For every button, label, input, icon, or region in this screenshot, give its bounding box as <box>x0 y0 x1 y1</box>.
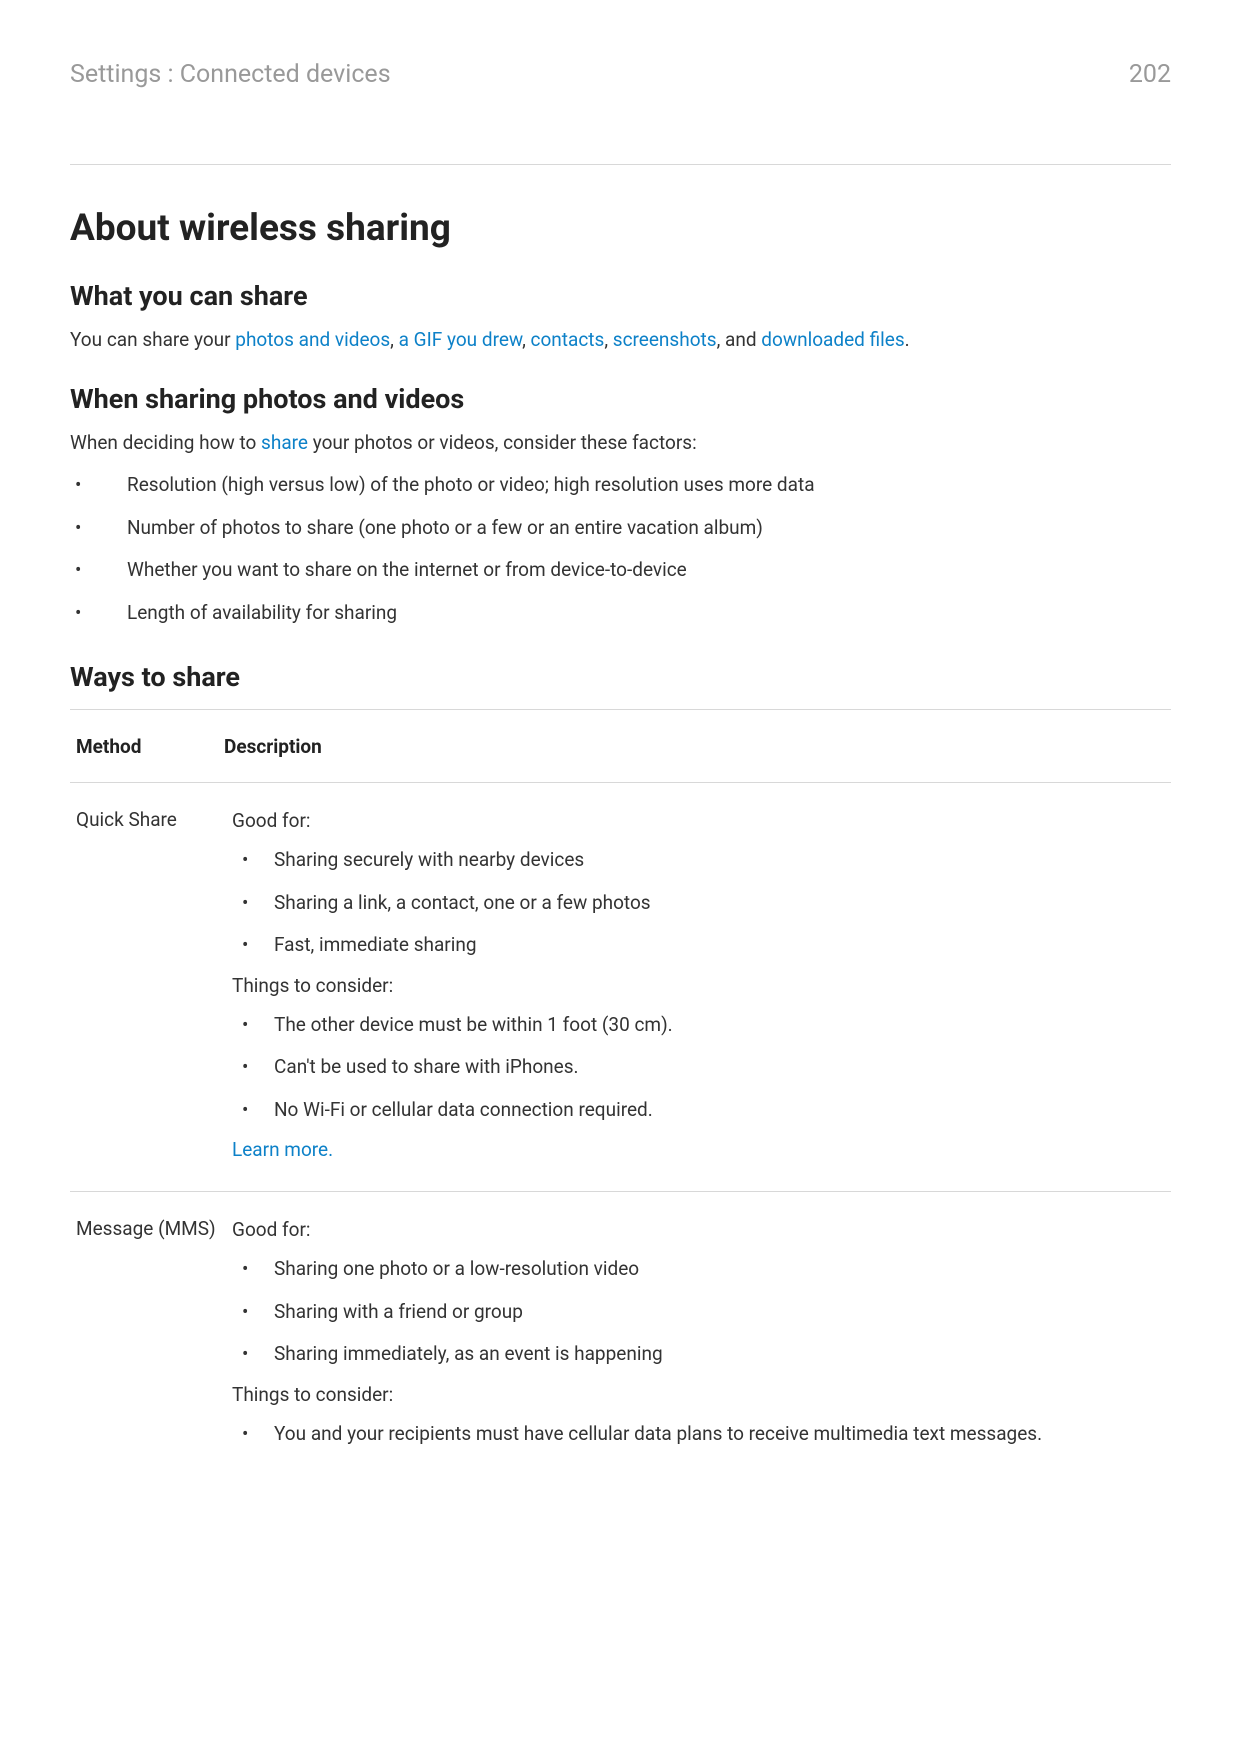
text-fragment: your photos or videos, consider these fa… <box>308 431 697 454</box>
table-header-row: Method Description <box>70 710 1171 782</box>
section-heading-what-you-can-share: What you can share <box>70 280 1171 312</box>
things-to-consider-label: Things to consider: <box>232 1383 1165 1406</box>
link-photos-videos[interactable]: photos and videos <box>235 328 390 351</box>
table-header-method: Method <box>76 735 224 758</box>
breadcrumb: Settings : Connected devices <box>70 60 391 89</box>
intro-when-sharing: When deciding how to share your photos o… <box>70 429 1171 458</box>
section-heading-ways-to-share: Ways to share <box>70 661 1171 693</box>
list-item: Sharing securely with nearby devices <box>232 846 1165 875</box>
good-for-label: Good for: <box>232 809 1165 832</box>
good-for-label: Good for: <box>232 1218 1165 1241</box>
consider-list: You and your recipients must have cellul… <box>232 1420 1165 1449</box>
link-contacts[interactable]: contacts <box>531 328 605 351</box>
consider-list: The other device must be within 1 foot (… <box>232 1011 1165 1125</box>
page-header: Settings : Connected devices 202 <box>70 60 1171 124</box>
list-item: The other device must be within 1 foot (… <box>232 1011 1165 1040</box>
factors-list: Resolution (high versus low) of the phot… <box>70 471 1171 627</box>
list-item: Number of photos to share (one photo or … <box>70 514 1171 543</box>
text-fragment: , <box>522 328 530 351</box>
text-fragment: , <box>604 328 612 351</box>
text-fragment: . <box>905 328 910 351</box>
link-downloaded-files[interactable]: downloaded files <box>761 328 904 351</box>
list-item: Sharing one photo or a low-resolution vi… <box>232 1255 1165 1284</box>
list-item: Length of availability for sharing <box>70 599 1171 628</box>
header-divider <box>70 164 1171 165</box>
intro-what-you-can-share: You can share your photos and videos, a … <box>70 326 1171 355</box>
link-screenshots[interactable]: screenshots <box>613 328 717 351</box>
list-item: Sharing a link, a contact, one or a few … <box>232 889 1165 918</box>
link-share[interactable]: share <box>261 431 308 454</box>
ways-to-share-table: Method Description Quick Share Good for:… <box>70 709 1171 1492</box>
list-item: Sharing with a friend or group <box>232 1298 1165 1327</box>
list-item: Can't be used to share with iPhones. <box>232 1053 1165 1082</box>
table-header-description: Description <box>224 735 1165 758</box>
table-row: Message (MMS) Good for: Sharing one phot… <box>70 1192 1171 1492</box>
list-item: Fast, immediate sharing <box>232 931 1165 960</box>
method-cell-message-mms: Message (MMS) <box>76 1210 224 1470</box>
things-to-consider-label: Things to consider: <box>232 974 1165 997</box>
list-item: You and your recipients must have cellul… <box>232 1420 1165 1449</box>
list-item: No Wi-Fi or cellular data connection req… <box>232 1096 1165 1125</box>
page-number: 202 <box>1129 60 1171 89</box>
description-cell-quick-share: Good for: Sharing securely with nearby d… <box>224 801 1165 1169</box>
good-for-list: Sharing one photo or a low-resolution vi… <box>232 1255 1165 1369</box>
list-item: Resolution (high versus low) of the phot… <box>70 471 1171 500</box>
page-title: About wireless sharing <box>70 207 1171 250</box>
description-cell-message-mms: Good for: Sharing one photo or a low-res… <box>224 1210 1165 1470</box>
list-item: Whether you want to share on the interne… <box>70 556 1171 585</box>
link-learn-more[interactable]: Learn more. <box>232 1138 1165 1161</box>
text-fragment: , and <box>717 328 762 351</box>
method-cell-quick-share: Quick Share <box>76 801 224 1169</box>
table-row: Quick Share Good for: Sharing securely w… <box>70 783 1171 1191</box>
text-fragment: , <box>390 328 398 351</box>
text-fragment: You can share your <box>70 328 235 351</box>
good-for-list: Sharing securely with nearby devices Sha… <box>232 846 1165 960</box>
link-gif[interactable]: a GIF you drew <box>399 328 522 351</box>
list-item: Sharing immediately, as an event is happ… <box>232 1340 1165 1369</box>
text-fragment: When deciding how to <box>70 431 261 454</box>
section-heading-when-sharing: When sharing photos and videos <box>70 383 1171 415</box>
